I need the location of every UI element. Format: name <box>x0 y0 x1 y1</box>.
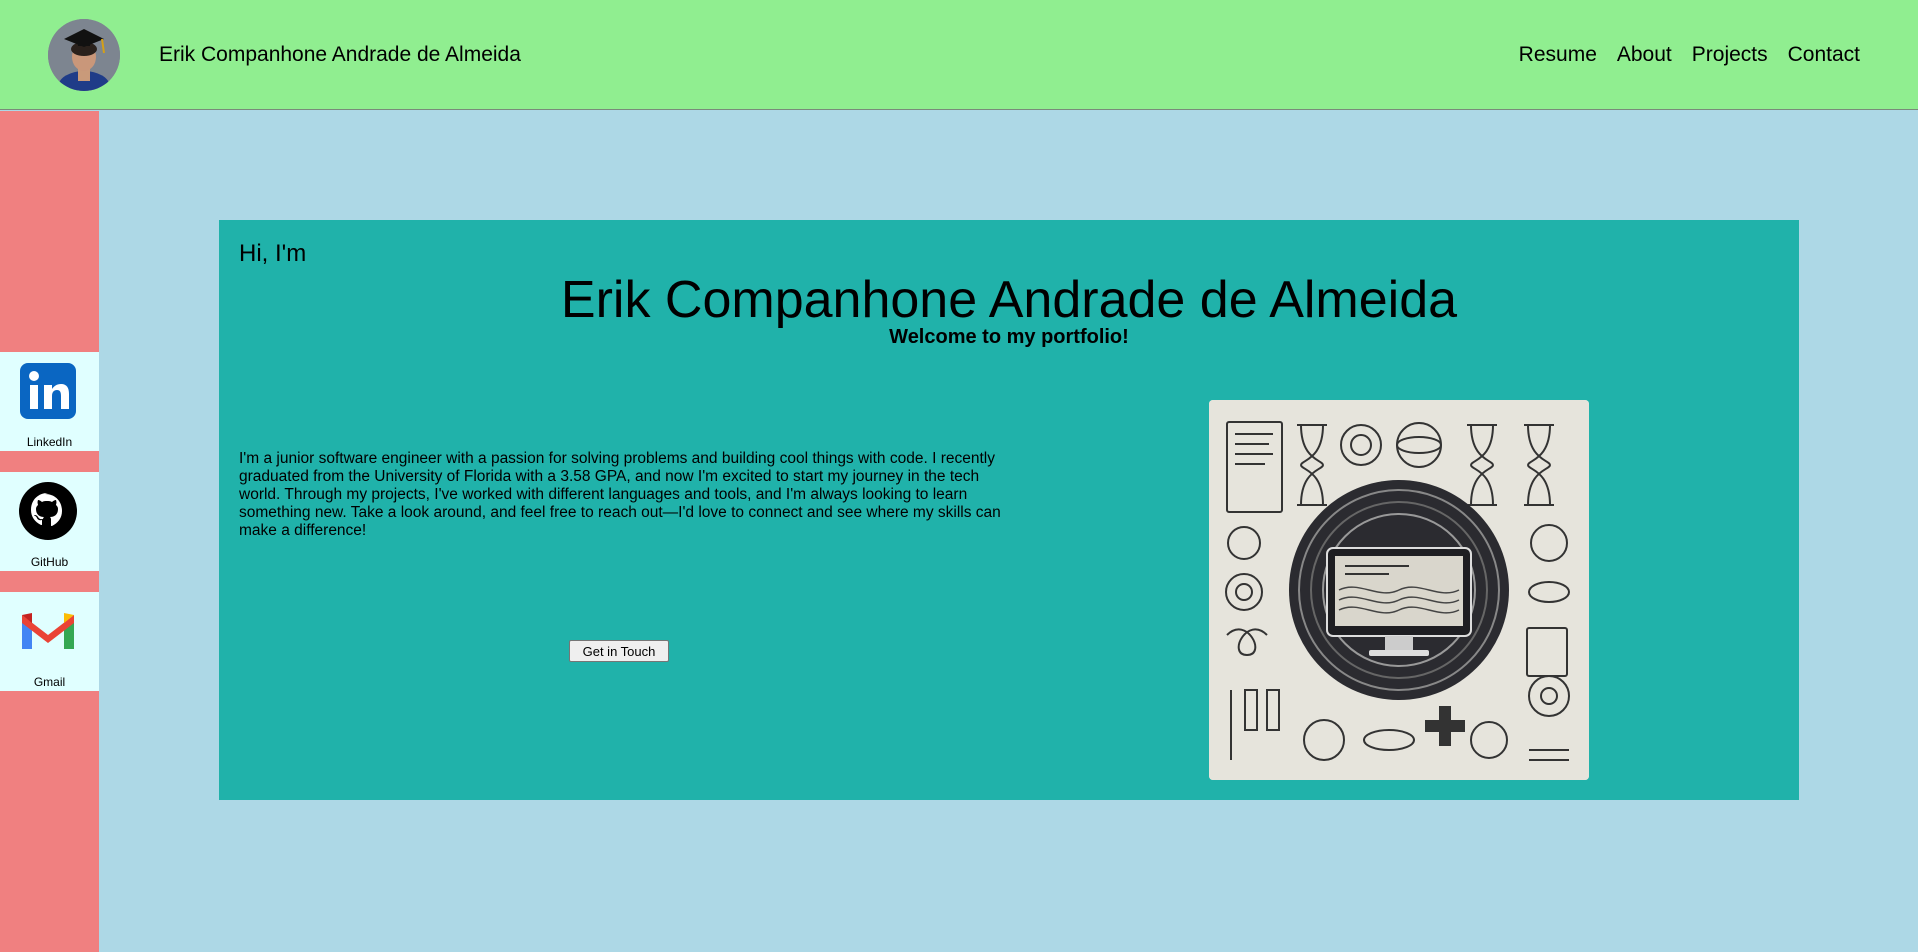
greeting-text: Hi, I'm <box>239 240 307 267</box>
top-header: Erik Companhone Andrade de Almeida Resum… <box>0 0 1918 110</box>
profile-photo <box>48 19 120 91</box>
bio-paragraph: I'm a junior software engineer with a pa… <box>239 450 1001 539</box>
gmail-label: Gmail <box>33 675 66 689</box>
nav-about[interactable]: About <box>1617 43 1672 67</box>
site-title: Erik Companhone Andrade de Almeida <box>159 43 521 66</box>
avatar[interactable] <box>48 19 120 91</box>
github-icon <box>19 482 77 540</box>
welcome-subtitle: Welcome to my portfolio! <box>889 326 1129 348</box>
nav-projects[interactable]: Projects <box>1692 43 1768 67</box>
main-nav: Resume About Projects Contact <box>1519 43 1860 67</box>
social-sidebar: LinkedIn GitHub Gmail <box>0 111 99 952</box>
github-label: GitHub <box>30 555 69 569</box>
hero-illustration <box>1209 400 1589 780</box>
nav-resume[interactable]: Resume <box>1519 43 1597 67</box>
gmail-link[interactable]: Gmail <box>0 592 99 691</box>
gmail-icon <box>22 613 74 649</box>
nav-contact[interactable]: Contact <box>1788 43 1860 67</box>
linkedin-label: LinkedIn <box>26 435 73 449</box>
linkedin-link[interactable]: LinkedIn <box>0 352 99 451</box>
get-in-touch-button[interactable]: Get in Touch <box>569 640 669 662</box>
hero-section: Hi, I'm Erik Companhone Andrade de Almei… <box>219 220 1799 800</box>
linkedin-icon <box>20 363 76 419</box>
github-link[interactable]: GitHub <box>0 472 99 571</box>
hero-name: Erik Companhone Andrade de Almeida <box>560 271 1458 329</box>
computer-illustration-image <box>1209 400 1589 780</box>
